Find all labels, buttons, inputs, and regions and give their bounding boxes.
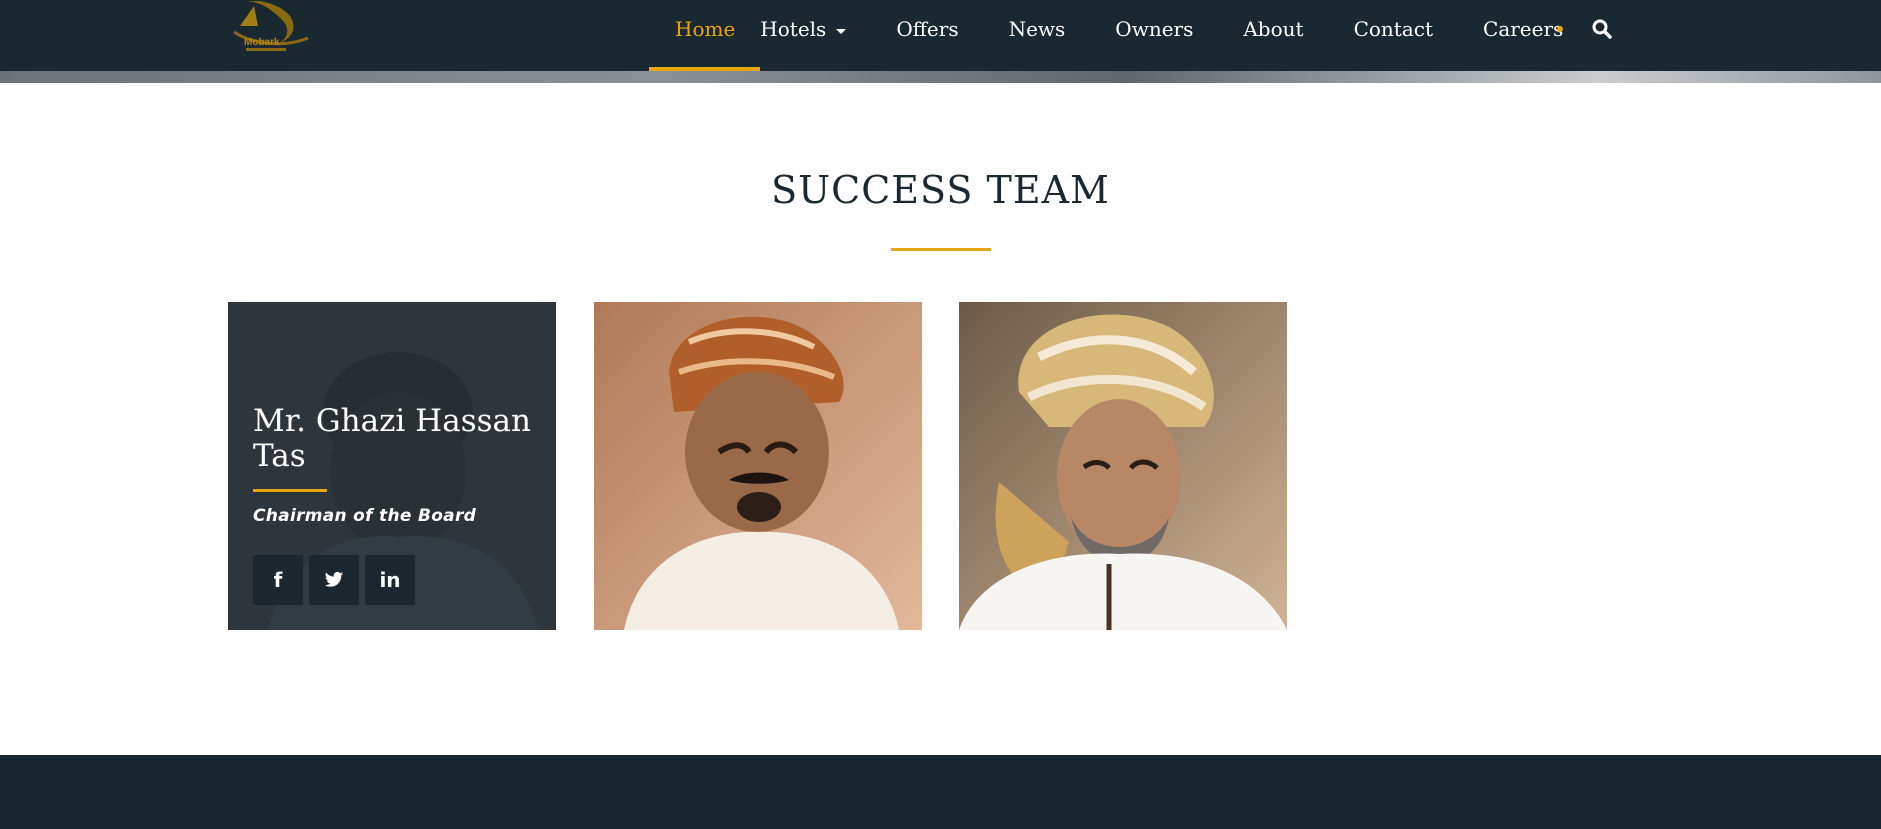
- social-links: f in: [253, 555, 415, 605]
- nav-contact-label: Contact: [1353, 17, 1434, 41]
- header-stripe: [0, 71, 1881, 83]
- facebook-glyph: f: [273, 568, 283, 592]
- nav-owners[interactable]: Owners: [1115, 0, 1243, 71]
- site-footer: [0, 755, 1881, 829]
- linkedin-glyph: in: [379, 568, 401, 592]
- mobark-logo[interactable]: Mobark: [232, 0, 316, 58]
- nav-contact[interactable]: Contact: [1354, 0, 1483, 71]
- team-card-chairman[interactable]: Mr. Ghazi Hassan Tas Chairman of the Boa…: [228, 302, 556, 630]
- portrait-gold-turban: [959, 302, 1287, 630]
- main-navigation: Home Hotels Offers News Owners About Con…: [649, 0, 1563, 71]
- logo-tagline: [246, 48, 286, 51]
- nav-hotels-label: Hotels: [760, 17, 827, 41]
- title-underline: [891, 248, 991, 251]
- linkedin-icon[interactable]: in: [365, 555, 415, 605]
- member-name: Mr. Ghazi Hassan Tas: [253, 403, 531, 474]
- member-name-underline: [253, 489, 327, 492]
- nav-about[interactable]: About: [1243, 0, 1353, 71]
- team-card-member-2[interactable]: [594, 302, 922, 630]
- twitter-icon[interactable]: [309, 555, 359, 605]
- nav-separator-dot: [1557, 26, 1563, 32]
- nav-offers[interactable]: Offers: [896, 0, 1008, 71]
- nav-careers[interactable]: Careers: [1483, 0, 1563, 71]
- nav-news-label: News: [1008, 17, 1066, 41]
- nav-owners-label: Owners: [1115, 17, 1194, 41]
- search-icon[interactable]: [1591, 18, 1613, 40]
- member-role: Chairman of the Board: [253, 506, 477, 526]
- team-card-member-3[interactable]: [959, 302, 1287, 630]
- section-title: SUCCESS TEAM: [771, 168, 1110, 212]
- site-header: Mobark Home Hotels Offers News Owners Ab…: [0, 0, 1881, 71]
- logo-text: Mobark: [244, 37, 280, 48]
- nav-hotels[interactable]: Hotels: [760, 0, 896, 71]
- nav-offers-label: Offers: [896, 17, 959, 41]
- nav-home[interactable]: Home: [649, 0, 761, 71]
- nav-news[interactable]: News: [1009, 0, 1116, 71]
- nav-about-label: About: [1243, 17, 1304, 41]
- nav-home-label: Home: [675, 17, 736, 41]
- twitter-bird-shape: [324, 571, 344, 587]
- facebook-icon[interactable]: f: [253, 555, 303, 605]
- portrait-orange-turban: [594, 302, 922, 630]
- chevron-down-icon: [836, 29, 847, 34]
- nav-careers-label: Careers: [1483, 17, 1564, 41]
